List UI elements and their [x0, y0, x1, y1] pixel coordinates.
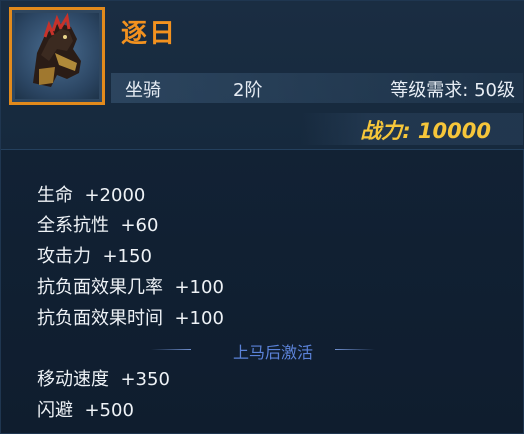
- item-info-row: 坐骑 2阶 等级需求: 50级: [111, 73, 523, 103]
- combat-power: 战力: 10000: [360, 119, 491, 143]
- divider-line-left: [151, 349, 191, 350]
- stat-value: +350: [120, 369, 170, 390]
- mounted-section-title: 上马后激活: [232, 343, 313, 362]
- stat-value: +100: [174, 277, 224, 298]
- stat-row: 抗负面效果几率 +100: [37, 273, 224, 299]
- stat-row: 抗负面效果时间 +100: [37, 304, 224, 330]
- stat-label: 生命: [37, 185, 73, 206]
- horse-mount-icon: [15, 13, 99, 99]
- mounted-stat-row: 闪避 +500: [37, 396, 134, 422]
- stat-value: +60: [120, 215, 159, 236]
- stat-label: 全系抗性: [37, 215, 109, 236]
- combat-power-row: 战力: 10000: [301, 113, 523, 145]
- item-type: 坐骑: [125, 80, 161, 101]
- stat-value: +500: [84, 400, 134, 421]
- stat-label: 闪避: [37, 400, 73, 421]
- stat-row: 攻击力 +150: [37, 242, 152, 268]
- item-icon-frame: [9, 7, 105, 105]
- stat-value: +2000: [84, 185, 146, 206]
- stat-label: 攻击力: [37, 246, 91, 267]
- level-requirement: 等级需求: 50级: [390, 80, 515, 101]
- tooltip-header: 逐日 坐骑 2阶 等级需求: 50级 战力: 10000: [1, 1, 524, 150]
- item-tooltip: 逐日 坐骑 2阶 等级需求: 50级 战力: 10000 生命 +2000 全系…: [0, 0, 524, 434]
- item-name: 逐日: [121, 19, 178, 49]
- stat-value: +150: [102, 246, 152, 267]
- stat-row: 生命 +2000: [37, 181, 145, 207]
- divider-line-right: [335, 349, 375, 350]
- stat-label: 抗负面效果几率: [37, 277, 163, 298]
- stat-label: 抗负面效果时间: [37, 308, 163, 329]
- item-tier: 2阶: [233, 80, 263, 101]
- stat-row: 全系抗性 +60: [37, 211, 158, 237]
- stat-value: +100: [174, 308, 224, 329]
- mounted-stat-row: 移动速度 +350: [37, 365, 170, 391]
- stat-label: 移动速度: [37, 369, 109, 390]
